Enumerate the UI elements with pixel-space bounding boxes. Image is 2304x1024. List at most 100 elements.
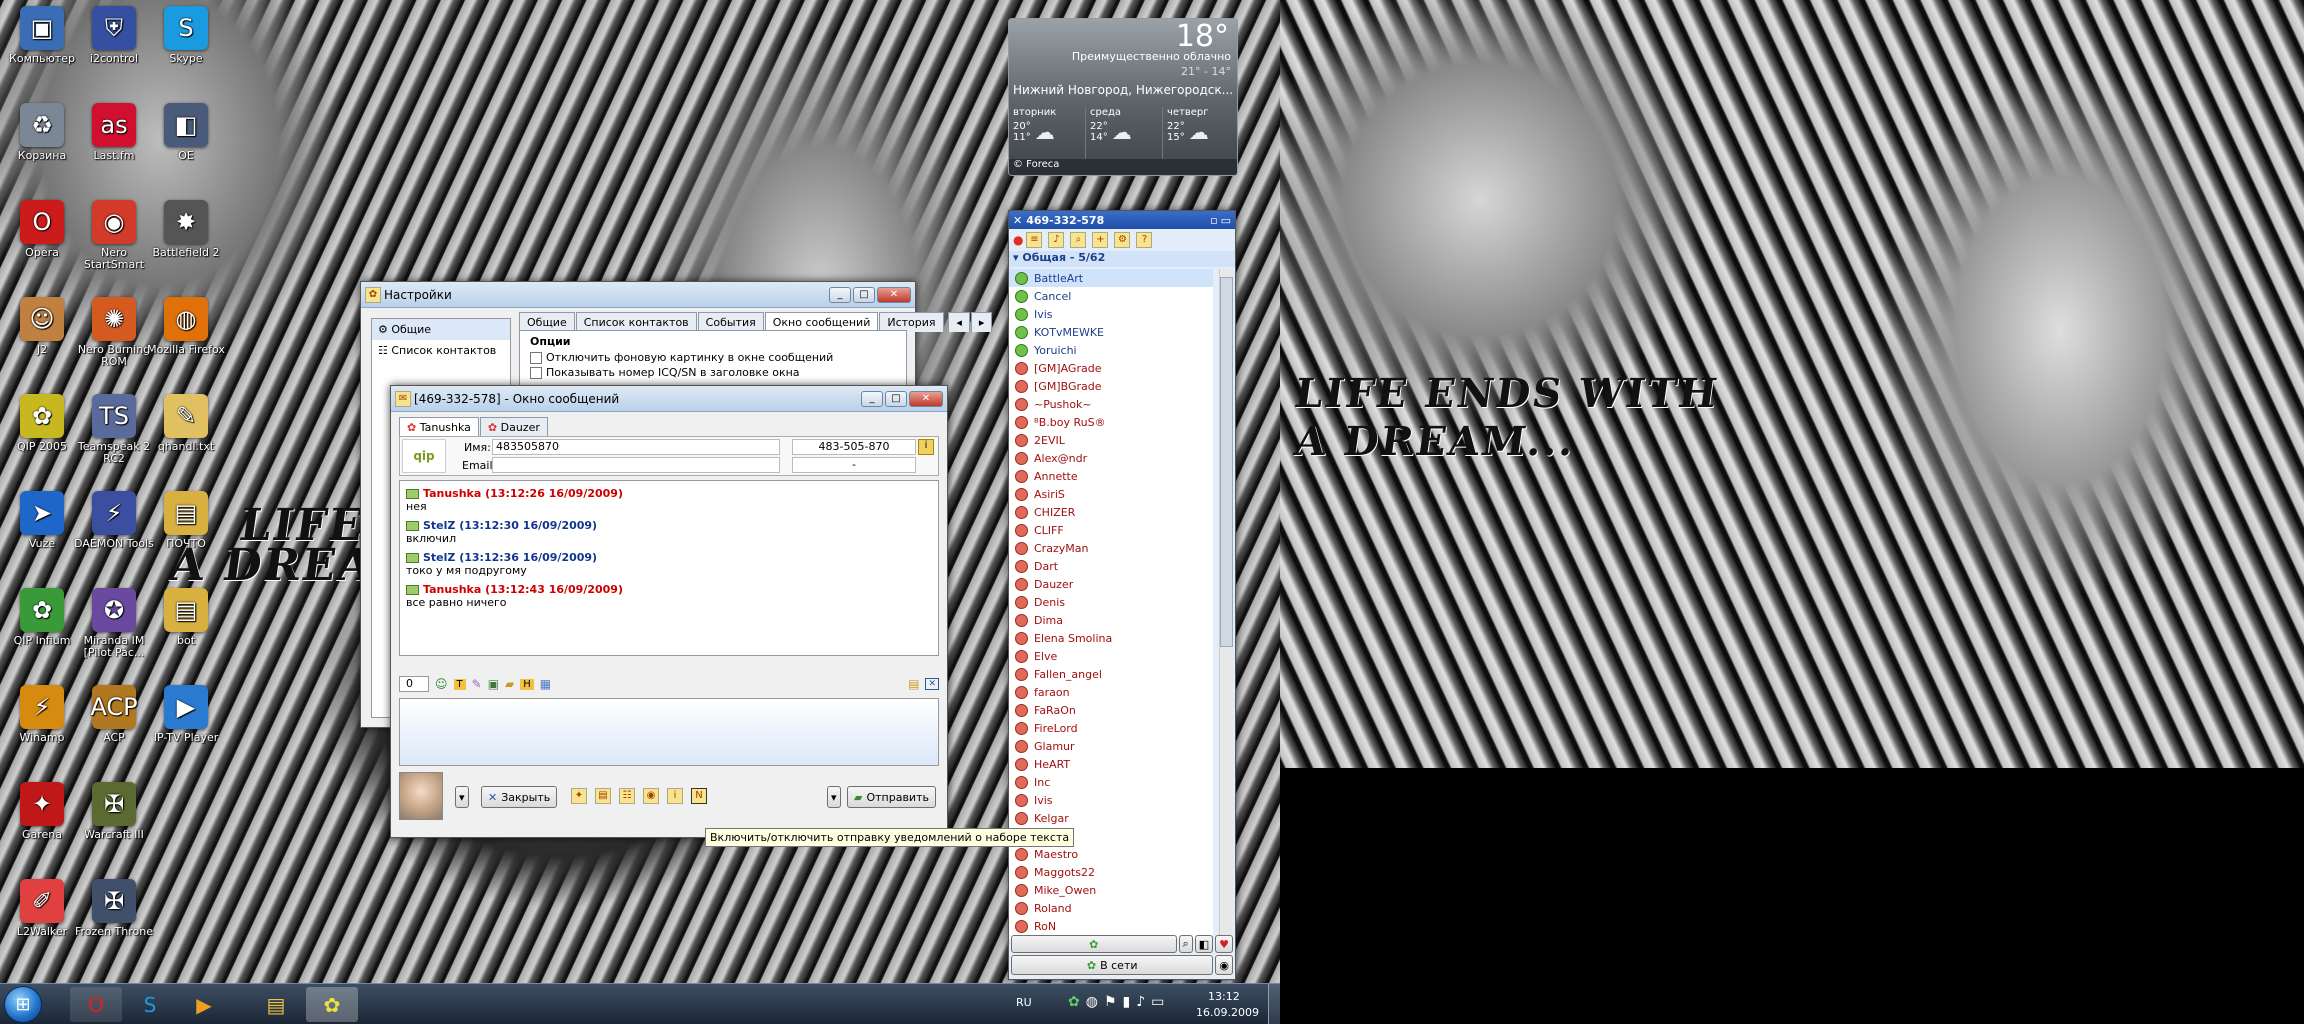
uin-field[interactable]: 483-505-870	[792, 439, 916, 455]
contact-item[interactable]: Kelgar	[1009, 809, 1213, 827]
contact-item[interactable]: Dima	[1009, 611, 1213, 629]
main-menu-button[interactable]: ✿	[1011, 935, 1177, 953]
sound-icon[interactable]: ♪	[1048, 232, 1065, 248]
image-icon[interactable]: ▦	[540, 677, 551, 691]
contact-item[interactable]: [GM]BGrade	[1009, 377, 1213, 395]
desktop-icon[interactable]: ▶ IP-TV Player	[144, 685, 228, 744]
contact-item[interactable]: Fallen_angel	[1009, 665, 1213, 683]
contact-item[interactable]: Cancel	[1009, 287, 1213, 305]
chat-window[interactable]: ✉ [469-332-578] - Окно сообщений _ □ ✕ ✿…	[390, 385, 1075, 847]
close-chat-button[interactable]: ✕ Закрыть	[481, 786, 558, 808]
clist-min-icon[interactable]: ▫	[1210, 214, 1217, 227]
menu-dropdown-button[interactable]: ▾	[455, 786, 469, 808]
desktop-icon[interactable]: S Skype	[144, 6, 228, 65]
contact-info-icon[interactable]: i	[918, 439, 934, 455]
font-icon[interactable]: T	[453, 678, 466, 690]
contacts-icon[interactable]: ☷	[619, 788, 635, 804]
maximize-button[interactable]: □	[853, 286, 875, 303]
contact-item[interactable]: [GM]AGrade	[1009, 359, 1213, 377]
taskbar-lang[interactable]: RU	[1016, 996, 1032, 1009]
desktop-icon[interactable]: ✸ Battlefield 2	[144, 200, 228, 259]
menu-icon[interactable]: ≡	[1026, 232, 1043, 248]
settings-tab-general[interactable]: Общие	[519, 312, 575, 332]
heart-button[interactable]: ♥	[1215, 935, 1233, 953]
contact-item[interactable]: Annette	[1009, 467, 1213, 485]
chat-tab-tanushka[interactable]: ✿ Tanushka	[399, 417, 479, 437]
close-button[interactable]: ✕	[877, 286, 911, 303]
clist-titlebar[interactable]: ✕ 469-332-578 ▫ ▭	[1009, 211, 1235, 229]
h-icon[interactable]: H	[520, 678, 534, 690]
settings-nav-general[interactable]: ⚙ Общие	[372, 319, 510, 340]
settings-nav-contacts[interactable]: ☷ Список контактов	[372, 340, 510, 361]
taskbar-skype[interactable]: S	[124, 987, 176, 1022]
contact-item[interactable]: Inc	[1009, 773, 1213, 791]
status-selector[interactable]: ✿ В сети ◉	[1011, 955, 1233, 975]
flag-tray-icon[interactable]: ⚑	[1104, 994, 1117, 1010]
contact-item[interactable]: Maggots22	[1009, 863, 1213, 881]
chat-tab-dauzer[interactable]: ✿ Dauzer	[479, 417, 548, 437]
contact-item[interactable]: BattleArt	[1009, 269, 1213, 287]
contact-group-header[interactable]: ▾ Общая - 5/62	[1009, 251, 1235, 267]
settings-icon[interactable]: ⚙	[1114, 232, 1131, 248]
tabs-scroll-right[interactable]: ▸	[970, 312, 993, 332]
clear-icon[interactable]: ✕	[925, 678, 939, 690]
notes-icon[interactable]: ▤	[908, 677, 919, 691]
desktop-icon[interactable]: ▤ bot	[144, 588, 228, 647]
contact-item[interactable]: CLIFF	[1009, 521, 1213, 539]
option-checkbox[interactable]	[530, 352, 542, 364]
volume-icon[interactable]: ♪	[1136, 994, 1145, 1010]
privacy-button[interactable]: ◉	[1215, 955, 1233, 975]
contact-item[interactable]: 2EVIL	[1009, 431, 1213, 449]
search-icon[interactable]: ⌕	[1070, 232, 1087, 248]
color-icon[interactable]: ✎	[472, 677, 482, 691]
clist-max-icon[interactable]: ▭	[1221, 214, 1231, 227]
contact-item[interactable]: Ivis	[1009, 305, 1213, 323]
weather-gadget[interactable]: 18° Преимущественно облачно 21° - 14° Ни…	[1008, 18, 1238, 176]
scroll-thumb[interactable]	[1220, 277, 1233, 647]
desktop-icon[interactable]: ✠ Warcraft III	[72, 782, 156, 841]
contact-item[interactable]: faraon	[1009, 683, 1213, 701]
settings-titlebar[interactable]: ✿ Настройки _ □ ✕	[361, 282, 915, 308]
typing-notify-icon[interactable]: N	[691, 788, 707, 804]
settings-tab-contacts[interactable]: Список контактов	[575, 312, 697, 332]
contact-item[interactable]: CrazyMan	[1009, 539, 1213, 557]
status-icon[interactable]: ●	[1013, 233, 1023, 247]
desktop-icon[interactable]: ▤ ПОЧТО	[144, 491, 228, 550]
battery-tray-icon[interactable]: ▮	[1123, 994, 1131, 1010]
contact-item[interactable]: HeART	[1009, 755, 1213, 773]
settings-tab-history[interactable]: История	[879, 312, 944, 332]
contact-item[interactable]: Dauzer	[1009, 575, 1213, 593]
minimize-button[interactable]: _	[861, 390, 883, 407]
option-row[interactable]: Показывать номер ICQ/SN в заголовке окна	[530, 366, 896, 379]
desktop-icon[interactable]: ✎ qhandl.txt	[144, 394, 228, 453]
contact-item[interactable]: Yoruichi	[1009, 341, 1213, 359]
contact-item[interactable]: Elve	[1009, 647, 1213, 665]
favorites-button[interactable]: ◧	[1194, 935, 1214, 953]
tabs-scroll-left[interactable]: ◂	[948, 312, 970, 332]
minimize-button[interactable]: _	[829, 286, 851, 303]
info-icon[interactable]: i	[667, 788, 683, 804]
contact-item[interactable]: KOTvMEWKE	[1009, 323, 1213, 341]
message-log[interactable]: Tanushka (13:12:26 16/09/2009) нея StelZ (…	[399, 480, 939, 656]
find-button[interactable]: ⌕	[1178, 935, 1193, 953]
taskbar-explorer[interactable]: ▤	[250, 987, 302, 1022]
desktop-icon[interactable]: ◧ ОЕ	[144, 103, 228, 162]
network-tray-icon[interactable]: ◍	[1086, 994, 1098, 1010]
smiley-icon[interactable]: ☺	[435, 677, 448, 691]
save-icon[interactable]: ▣	[488, 677, 499, 691]
folder-icon[interactable]: ▰	[505, 677, 514, 691]
option-row[interactable]: Отключить фоновую картинку в окне сообще…	[530, 351, 896, 364]
contact-item[interactable]: AsiriS	[1009, 485, 1213, 503]
clist-scrollbar[interactable]	[1219, 269, 1233, 939]
contact-item[interactable]: ~Pushok~	[1009, 395, 1213, 413]
settings-tab-message-window[interactable]: Окно сообщений	[764, 312, 879, 332]
clock-date[interactable]: 16.09.2009	[1196, 1006, 1259, 1019]
maximize-button[interactable]: □	[885, 390, 907, 407]
settings-tab-events[interactable]: События	[697, 312, 764, 332]
contact-item[interactable]: Roland	[1009, 899, 1213, 917]
email-field[interactable]	[492, 457, 780, 473]
status-button[interactable]: ✿ В сети	[1011, 955, 1214, 975]
desktop-icon[interactable]: ✠ Frozen Throne	[72, 879, 156, 938]
contact-item[interactable]: Maestro	[1009, 845, 1213, 863]
taskbar-qip[interactable]: ✿	[306, 987, 358, 1022]
